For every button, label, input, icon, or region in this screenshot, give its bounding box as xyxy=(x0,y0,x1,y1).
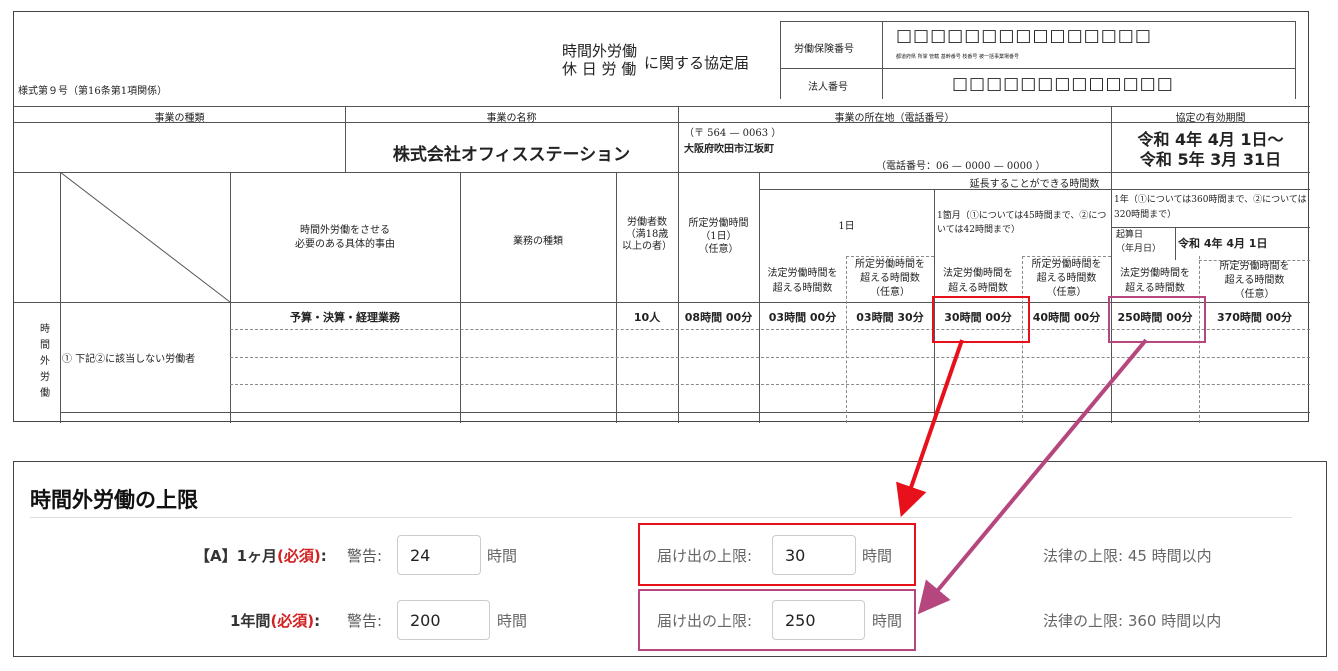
header-start-date-label: 起算日 （年月日） xyxy=(1116,230,1162,254)
row-fixed-hours: 08時間 00分 xyxy=(684,311,753,324)
overtime-limit-panel: 時間外労働の上限 【A】1ヶ月(必須): 警告: 24 時間 届け出の上限: 3… xyxy=(13,461,1327,657)
corporate-number-label: 法人番号 xyxy=(808,82,848,93)
validity-from: 令和 4年 4月 1日～ xyxy=(1137,130,1284,149)
header-year-fixed-over: 所定労働時間を 超える時間数 （任意） xyxy=(1219,261,1290,300)
header-one-day: 1日 xyxy=(838,221,855,232)
yearly-legal-limit: 法律の上限: 360 時間以内 xyxy=(1043,612,1222,630)
header-one-year: 1年（①については360時間まで、②については320時間まで） xyxy=(1114,195,1307,220)
postal-code: （〒 564 — 0063 ） xyxy=(684,128,782,139)
col-location: 事業の所在地（電話番号） xyxy=(834,113,955,124)
col-validity: 協定の有効期間 xyxy=(1175,113,1246,124)
monthly-required-mark: (必須) xyxy=(277,547,321,565)
header-reason: 時間外労働をさせる 必要のある具体的事由 xyxy=(295,225,395,250)
panel-divider xyxy=(30,517,1292,518)
header-fixed-hours: 所定労働時間 （1日） （任意） xyxy=(688,218,749,255)
corporate-number-boxes: □□□□□□□□□□□□□ xyxy=(952,74,1174,94)
row-year-fixed: 370時間 00分 xyxy=(1216,311,1293,324)
validity-period: 令和 4年 4月 1日～ 令和 5年 3月 31日 xyxy=(1111,130,1310,170)
form-title-line1: 時間外労働 xyxy=(562,42,638,60)
business-name-value: 株式会社オフィスステーション xyxy=(392,145,631,165)
monthly-legal-limit: 法律の上限: 45 時間以内 xyxy=(1043,547,1212,565)
form-title-block: 時間外労働 休 日 労 働 xyxy=(562,42,637,78)
phone-number: （電話番号：06 — 0000 — 0000 ） xyxy=(876,161,1046,172)
monthly-warning-label: 警告: xyxy=(347,547,383,565)
yearly-label-colon: : xyxy=(314,612,321,630)
agreement-form-image: 時間外労働 休 日 労 働 に関する協定届 様式第９号（第16条第1項関係） 労… xyxy=(13,11,1310,423)
row-reason: 予算・決算・経理業務 xyxy=(290,311,400,324)
yearly-row-label: 1年間(必須): xyxy=(230,610,320,631)
header-extendable-hours: 延長することができる時間数 xyxy=(969,179,1100,190)
header-month-legal-over: 法定労働時間を 超える時間数 xyxy=(943,268,1013,294)
yearly-warning-label: 警告: xyxy=(347,612,383,630)
address: 大阪府吹田市江坂町 xyxy=(684,144,774,155)
highlight-yearly-limit-magenta xyxy=(638,589,916,651)
row-day-legal: 03時間 00分 xyxy=(768,311,837,324)
col-business-type: 事業の種類 xyxy=(154,113,205,124)
insurance-number-boxes: □□□□□□□□□□□□□□□ xyxy=(896,26,1152,46)
yearly-label-text: 1年間 xyxy=(230,612,271,630)
form-number: 様式第９号（第16条第1項関係） xyxy=(18,86,168,97)
highlight-month-value-red xyxy=(932,296,1030,343)
header-day-fixed-over: 所定労働時間を 超える時間数 （任意） xyxy=(855,259,925,298)
panel-title: 時間外労働の上限 xyxy=(30,488,198,512)
header-diagonal-line xyxy=(60,172,231,303)
header-month-fixed-over: 所定労働時間を 超える時間数 （任意） xyxy=(1031,259,1102,298)
col-business-name: 事業の名称 xyxy=(486,113,537,124)
header-worker-count: 労働者数 （満18歳 以上の者） xyxy=(622,217,672,252)
yearly-warning-input[interactable]: 200 xyxy=(397,600,490,640)
monthly-warning-unit: 時間 xyxy=(487,547,518,565)
highlight-year-value-magenta xyxy=(1108,296,1206,343)
row-workers: 10人 xyxy=(633,311,661,324)
header-day-legal-over: 法定労働時間を 超える時間数 xyxy=(767,268,838,294)
monthly-label-colon: : xyxy=(320,547,327,565)
highlight-monthly-limit-red xyxy=(638,523,916,586)
monthly-row-label: 【A】1ヶ月(必須): xyxy=(195,545,327,566)
insurance-number-sublabels: 都道府県 所掌 管轄 基幹番号 枝番号 被一括事業場番号 xyxy=(896,54,1019,60)
monthly-warning-input[interactable]: 24 xyxy=(397,535,481,575)
form-title-suffix: に関する協定届 xyxy=(644,54,750,72)
side-label-overtime: 時間外労働 xyxy=(40,324,50,399)
row-month-fixed: 40時間 00分 xyxy=(1032,311,1101,324)
yearly-warning-unit: 時間 xyxy=(497,612,528,630)
header-year-legal-over: 法定労働時間を 超える時間数 xyxy=(1120,268,1190,294)
worker-category: ① 下記②に該当しない労働者 xyxy=(62,354,196,365)
validity-to: 令和 5年 3月 31日 xyxy=(1139,150,1282,169)
insurance-number-label: 労働保険番号 xyxy=(794,44,854,55)
row-day-fixed: 03時間 30分 xyxy=(856,311,924,324)
header-job-type: 業務の種類 xyxy=(513,236,563,247)
header-one-month: 1箇月（①については45時間まで、②については42時間まで） xyxy=(937,211,1107,235)
form-title-line2: 休 日 労 働 xyxy=(562,60,637,78)
yearly-required-mark: (必須) xyxy=(270,612,315,630)
monthly-label-text: 【A】1ヶ月 xyxy=(195,547,278,565)
header-start-date-value: 令和 4年 4月 1日 xyxy=(1178,237,1268,250)
